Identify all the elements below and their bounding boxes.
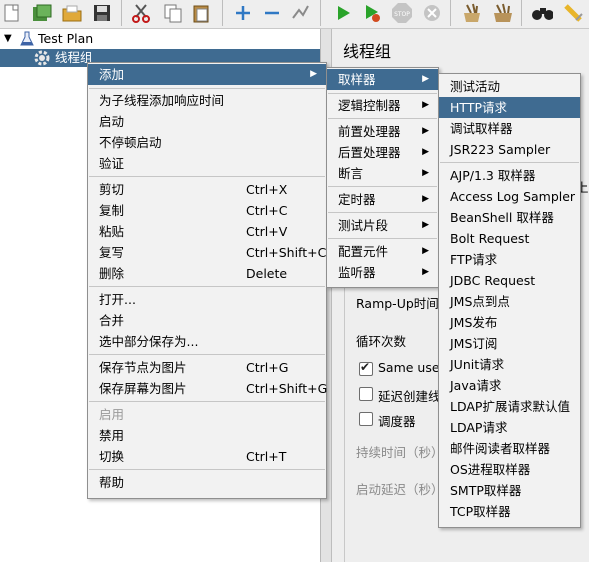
flask-icon [20, 31, 38, 47]
sampler-item-debug-sampler[interactable]: 调试取样器 [439, 118, 580, 139]
menu-item-add[interactable]: 添加 ▶ [88, 64, 326, 85]
submenu-item-assertion[interactable]: 断言 ▶ [327, 163, 438, 184]
submenu-arrow-icon: ▶ [422, 194, 429, 204]
scheduler-label: 调度器 [378, 414, 416, 429]
submenu-item-pre-processor[interactable]: 前置处理器 ▶ [327, 121, 438, 142]
search-icon[interactable] [531, 2, 553, 24]
submenu-arrow-icon: ▶ [422, 126, 429, 136]
save-icon[interactable] [91, 2, 113, 24]
sampler-item-mail-reader[interactable]: 邮件阅读者取样器 [439, 438, 580, 459]
panel-title: 线程组 [343, 42, 392, 61]
expand-icon[interactable] [232, 2, 254, 24]
svg-text:STOP: STOP [394, 11, 410, 18]
menu-item-save-selection-as[interactable]: 选中部分保存为... [88, 331, 326, 352]
submenu-arrow-icon: ▶ [422, 267, 429, 277]
sampler-item-http-request[interactable]: HTTP请求 [439, 97, 580, 118]
sampler-item-junit[interactable]: JUnit请求 [439, 354, 580, 375]
loop-count-label: 循环次数 [356, 334, 407, 349]
sampler-item-ftp[interactable]: FTP请求 [439, 249, 580, 270]
scheduler-checkbox[interactable] [359, 412, 373, 426]
sampler-item-ldap-ext[interactable]: LDAP扩展请求默认值 [439, 396, 580, 417]
submenu-arrow-icon: ▶ [422, 74, 429, 84]
sampler-item-java[interactable]: Java请求 [439, 375, 580, 396]
sampler-item-bolt[interactable]: Bolt Request [439, 228, 580, 249]
submenu-arrow-icon: ▶ [422, 168, 429, 178]
same-user-label: Same user [378, 360, 445, 375]
sampler-submenu: 测试活动 HTTP请求 调试取样器 JSR223 Sampler AJP/1.3… [438, 73, 581, 528]
start-no-pause-icon[interactable] [361, 2, 383, 24]
clear-icon[interactable] [461, 2, 483, 24]
menu-item-save-screen-image[interactable]: 保存屏幕为图片 Ctrl+Shift+G [88, 378, 327, 399]
ramp-up-label: Ramp-Up时间 [356, 296, 439, 311]
clear-all-icon[interactable] [492, 2, 514, 24]
menu-item-cut[interactable]: 剪切 Ctrl+X [88, 179, 326, 200]
sampler-item-access-log[interactable]: Access Log Sampler [439, 186, 580, 207]
sampler-item-jms-publisher[interactable]: JMS发布 [439, 312, 580, 333]
tree-node-test-plan[interactable]: ▼ Test Plan [4, 30, 93, 48]
menu-item-open[interactable]: 打开... [88, 289, 326, 310]
submenu-arrow-icon: ▶ [310, 69, 317, 79]
submenu-item-logic-controller[interactable]: 逻辑控制器 ▶ [327, 95, 438, 116]
collapse-icon[interactable] [261, 2, 283, 24]
submenu-arrow-icon: ▶ [422, 147, 429, 157]
new-icon[interactable] [1, 2, 23, 24]
sampler-item-jms-p2p[interactable]: JMS点到点 [439, 291, 580, 312]
reset-search-icon[interactable] [562, 2, 584, 24]
submenu-item-sampler[interactable]: 取样器 ▶ [327, 69, 438, 90]
menu-item-paste[interactable]: 粘贴 Ctrl+V [88, 221, 326, 242]
submenu-item-post-processor[interactable]: 后置处理器 ▶ [327, 142, 438, 163]
startup-delay-label: 启动延迟（秒） [356, 482, 444, 497]
stop-icon: STOP [391, 2, 413, 24]
sampler-item-ajp[interactable]: AJP/1.3 取样器 [439, 165, 580, 186]
menu-item-validate[interactable]: 验证 [88, 153, 326, 174]
sampler-item-ldap[interactable]: LDAP请求 [439, 417, 580, 438]
menu-item-start[interactable]: 启动 [88, 111, 326, 132]
submenu-item-test-fragment[interactable]: 测试片段 ▶ [327, 215, 438, 236]
sampler-item-jsr223[interactable]: JSR223 Sampler [439, 139, 580, 160]
menu-item-help[interactable]: 帮助 [88, 472, 326, 493]
open-icon[interactable] [61, 2, 83, 24]
menu-item-toggle[interactable]: 切换 Ctrl+T [88, 446, 326, 467]
submenu-arrow-icon: ▶ [422, 220, 429, 230]
copy-icon[interactable] [162, 2, 184, 24]
menu-item-duplicate[interactable]: 复写 Ctrl+Shift+C [88, 242, 326, 263]
menu-item-delete[interactable]: 删除 Delete [88, 263, 326, 284]
menu-item-merge[interactable]: 合并 [88, 310, 326, 331]
context-menu: 添加 ▶ 为子线程添加响应时间 启动 不停顿启动 验证 剪切 Ctrl+X 复制 Ct… [87, 62, 327, 499]
menu-item-start-no-pause[interactable]: 不停顿启动 [88, 132, 326, 153]
delay-create-checkbox[interactable] [359, 387, 373, 401]
submenu-item-timer[interactable]: 定时器 ▶ [327, 189, 438, 210]
sampler-item-test-action[interactable]: 测试活动 [439, 76, 580, 97]
submenu-item-listener[interactable]: 监听器 ▶ [327, 262, 438, 283]
shutdown-icon [421, 2, 443, 24]
submenu-arrow-icon: ▶ [422, 246, 429, 256]
menu-item-add-response-time[interactable]: 为子线程添加响应时间 [88, 90, 326, 111]
add-submenu: 取样器 ▶ 逻辑控制器 ▶ 前置处理器 ▶ 后置处理器 ▶ 断言 ▶ 定时器 ▶ 测试片段 ▶… [326, 67, 439, 288]
sampler-item-os-process[interactable]: OS进程取样器 [439, 459, 580, 480]
templates-icon[interactable] [31, 2, 53, 24]
menu-item-enable: 启用 [99, 407, 125, 422]
toggle-icon[interactable] [290, 2, 312, 24]
menu-item-save-node-image[interactable]: 保存节点为图片 Ctrl+G [88, 357, 326, 378]
paste-icon[interactable] [191, 2, 213, 24]
toolbar: STOP [0, 0, 589, 29]
sampler-item-jdbc[interactable]: JDBC Request [439, 270, 580, 291]
sampler-item-smtp[interactable]: SMTP取样器 [439, 480, 580, 501]
start-icon[interactable] [332, 2, 354, 24]
tree-node-label: Test Plan [38, 31, 94, 46]
duration-label: 持续时间（秒） [356, 445, 444, 460]
menu-item-disable[interactable]: 禁用 [88, 425, 326, 446]
menu-item-copy[interactable]: 复制 Ctrl+C [88, 200, 326, 221]
gear-icon [33, 49, 55, 67]
submenu-item-config-element[interactable]: 配置元件 ▶ [327, 241, 438, 262]
expand-toggle-icon[interactable]: ▼ [4, 30, 16, 48]
sampler-item-jms-subscriber[interactable]: JMS订阅 [439, 333, 580, 354]
cut-icon[interactable] [130, 2, 152, 24]
sampler-item-tcp[interactable]: TCP取样器 [439, 501, 580, 522]
same-user-checkbox[interactable]: ✔ [359, 360, 373, 376]
delay-create-label: 延迟创建线 [378, 389, 441, 404]
submenu-arrow-icon: ▶ [422, 100, 429, 110]
sampler-item-beanshell[interactable]: BeanShell 取样器 [439, 207, 580, 228]
